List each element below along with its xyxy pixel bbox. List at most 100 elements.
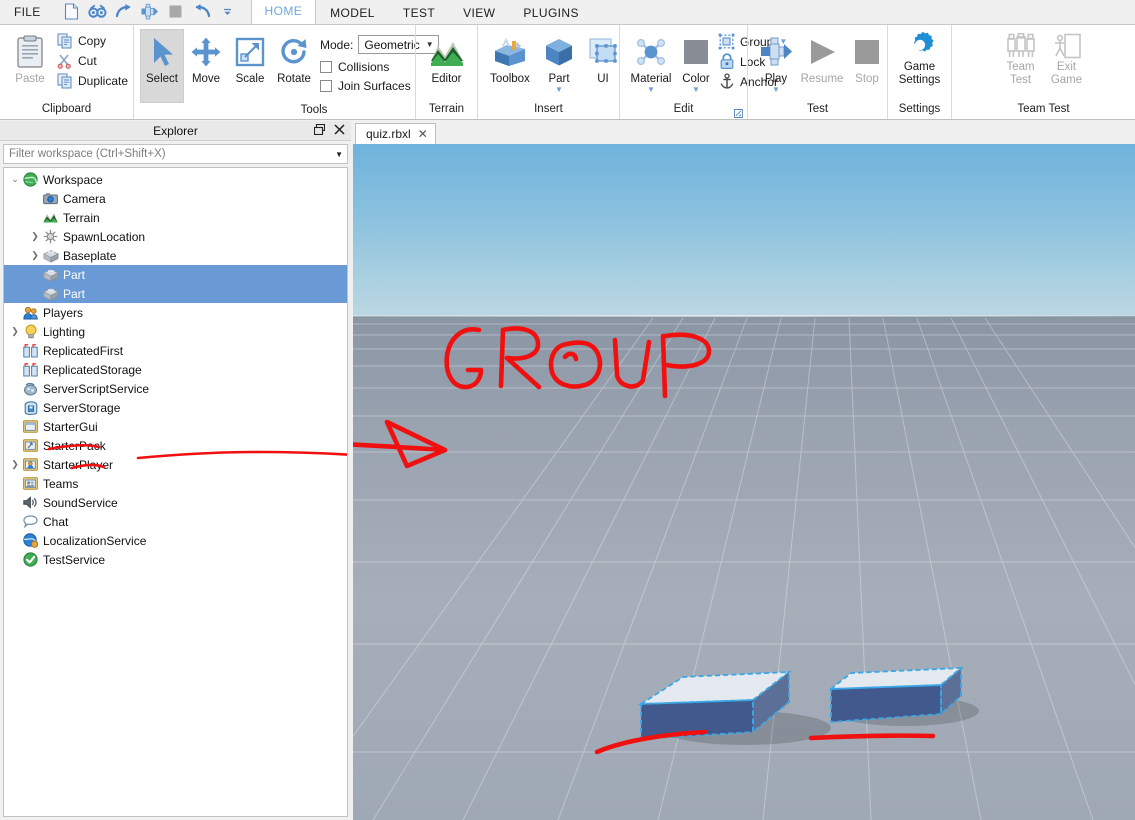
- team-test-button[interactable]: Team Test: [998, 29, 1044, 87]
- tree-item-teams[interactable]: Teams: [4, 474, 347, 493]
- cut-button[interactable]: Cut: [54, 51, 133, 70]
- ribbon-group-clipboard: Paste Copy Cut Duplicate Clipboard: [0, 25, 133, 119]
- tab-plugins[interactable]: PLUGINS: [509, 1, 592, 24]
- scale-tool-button[interactable]: Scale: [228, 29, 272, 86]
- chevron-right-icon[interactable]: ❯: [28, 246, 42, 265]
- collisions-checkbox[interactable]: [320, 61, 332, 73]
- chevron-right-icon[interactable]: ❯: [28, 227, 42, 246]
- chevron-right-icon[interactable]: ❯: [8, 455, 22, 474]
- tab-view[interactable]: VIEW: [449, 1, 509, 24]
- chat-icon: [22, 513, 39, 530]
- tree-item-part[interactable]: Part: [4, 284, 347, 303]
- join-surfaces-checkbox[interactable]: [320, 80, 332, 92]
- play-icon[interactable]: [139, 1, 161, 21]
- part-dropdown-caret-icon[interactable]: ▼: [555, 86, 563, 94]
- play-dropdown-caret-icon[interactable]: ▼: [772, 86, 780, 94]
- close-icon[interactable]: [333, 123, 346, 136]
- tree-item-testservice[interactable]: TestService: [4, 550, 347, 569]
- file-menu-button[interactable]: FILE: [0, 2, 55, 24]
- tree-item-label: Camera: [63, 191, 106, 206]
- chevron-down-icon[interactable]: ▼: [335, 150, 343, 159]
- tree-item-workspace[interactable]: ⌄ Workspace: [4, 170, 347, 189]
- stop-square-icon: [853, 32, 881, 72]
- move-tool-button[interactable]: Move: [184, 29, 228, 86]
- edit-group-label: Edit: [620, 102, 747, 119]
- chevron-right-icon[interactable]: ❯: [8, 322, 22, 341]
- play-button[interactable]: Play ▼: [754, 29, 798, 94]
- camera-icon: [42, 190, 59, 207]
- editor-area: quiz.rbxl ✕: [353, 121, 1135, 820]
- baseplate-ground: [353, 316, 1135, 820]
- tree-item-terrain[interactable]: Terrain: [4, 208, 347, 227]
- tree-item-chat[interactable]: Chat: [4, 512, 347, 531]
- cut-icon: [56, 52, 73, 69]
- restore-icon[interactable]: [313, 123, 326, 136]
- paste-button[interactable]: Paste: [6, 29, 54, 86]
- tree-item-players[interactable]: Players: [4, 303, 347, 322]
- exit-game-button[interactable]: Exit Game: [1044, 29, 1090, 87]
- rotate-tool-button[interactable]: Rotate: [272, 29, 316, 86]
- customize-caret-icon[interactable]: [217, 1, 239, 21]
- clipboard-group-label: Clipboard: [41, 103, 92, 115]
- resume-button[interactable]: Resume: [798, 29, 846, 86]
- copy-label: Copy: [78, 33, 107, 48]
- color-swatch-icon: [682, 32, 710, 72]
- tab-test[interactable]: TEST: [389, 1, 449, 24]
- material-dropdown-caret-icon[interactable]: ▼: [647, 86, 655, 94]
- mode-label: Mode:: [320, 37, 354, 52]
- tab-model[interactable]: MODEL: [316, 1, 389, 24]
- insert-part-button[interactable]: Part ▼: [536, 29, 582, 94]
- 3d-viewport[interactable]: [353, 144, 1135, 820]
- ribbon-group-settings: Game Settings Settings: [887, 25, 951, 119]
- tree-item-serverstorage[interactable]: ServerStorage: [4, 398, 347, 417]
- tree-item-label: ServerScriptService: [43, 381, 150, 396]
- teams-icon: [22, 475, 39, 492]
- ribbon-group-terrain: Editor Terrain: [415, 25, 477, 119]
- tree-item-camera[interactable]: Camera: [4, 189, 347, 208]
- ribbon-group-edit: Material ▼ Color ▼ Group ▼ Lock Anchor E…: [619, 25, 787, 119]
- tree-item-replicatedstorage[interactable]: ReplicatedStorage: [4, 360, 347, 379]
- color-button[interactable]: Color ▼: [676, 29, 716, 94]
- tree-item-soundservice[interactable]: SoundService: [4, 493, 347, 512]
- select-tool-button[interactable]: Select: [140, 29, 184, 103]
- tree-item-part[interactable]: Part: [4, 265, 347, 284]
- tree-item-lighting[interactable]: ❯ Lighting: [4, 322, 347, 341]
- copy-button[interactable]: Copy: [54, 31, 133, 50]
- game-settings-button[interactable]: Game Settings: [892, 27, 948, 87]
- toolbox-button[interactable]: Toolbox: [484, 29, 536, 86]
- tree-item-serverscriptservice[interactable]: ServerScriptService: [4, 379, 347, 398]
- stop-icon[interactable]: [165, 1, 187, 21]
- find-icon[interactable]: [87, 1, 109, 21]
- tab-home[interactable]: HOME: [250, 0, 317, 24]
- explorer-tree[interactable]: ⌄ Workspace Camera Terrain ❯ SpawnLocation ❯ Ba…: [3, 167, 348, 817]
- document-tab-quiz[interactable]: quiz.rbxl ✕: [355, 123, 436, 144]
- insert-ui-button[interactable]: UI: [582, 29, 624, 86]
- tree-item-starterplayer[interactable]: ❯ StarterPlayer: [4, 455, 347, 474]
- tree-item-baseplate[interactable]: ❯ Baseplate: [4, 246, 347, 265]
- explorer-filter-input[interactable]: Filter workspace (Ctrl+Shift+X) ▼: [3, 144, 348, 164]
- tree-item-label: Lighting: [43, 324, 86, 339]
- duplicate-button[interactable]: Duplicate: [54, 71, 133, 90]
- tree-item-startergui[interactable]: StarterGui: [4, 417, 347, 436]
- new-file-icon[interactable]: [61, 1, 83, 21]
- redo-icon[interactable]: [113, 1, 135, 21]
- stop-button[interactable]: Stop: [846, 29, 888, 86]
- rotate-icon: [279, 32, 309, 72]
- mode-value: Geometric: [364, 37, 420, 52]
- tree-item-replicatedfirst[interactable]: ReplicatedFirst: [4, 341, 347, 360]
- filter-placeholder: Filter workspace (Ctrl+Shift+X): [9, 148, 166, 160]
- material-button[interactable]: Material ▼: [626, 29, 676, 94]
- terrain-editor-button[interactable]: Editor: [422, 29, 472, 86]
- tree-item-label: Baseplate: [63, 248, 117, 263]
- tree-item-label: TestService: [43, 552, 106, 567]
- tree-item-spawnlocation[interactable]: ❯ SpawnLocation: [4, 227, 347, 246]
- tree-item-starterpack[interactable]: StarterPack: [4, 436, 347, 455]
- undo-icon[interactable]: [191, 1, 213, 21]
- close-icon[interactable]: ✕: [418, 127, 428, 141]
- color-dropdown-caret-icon[interactable]: ▼: [692, 86, 700, 94]
- tree-item-localizationservice[interactable]: LocalizationService: [4, 531, 347, 550]
- edit-dialog-launcher-icon[interactable]: [734, 109, 743, 118]
- chevron-down-icon[interactable]: ⌄: [8, 170, 22, 189]
